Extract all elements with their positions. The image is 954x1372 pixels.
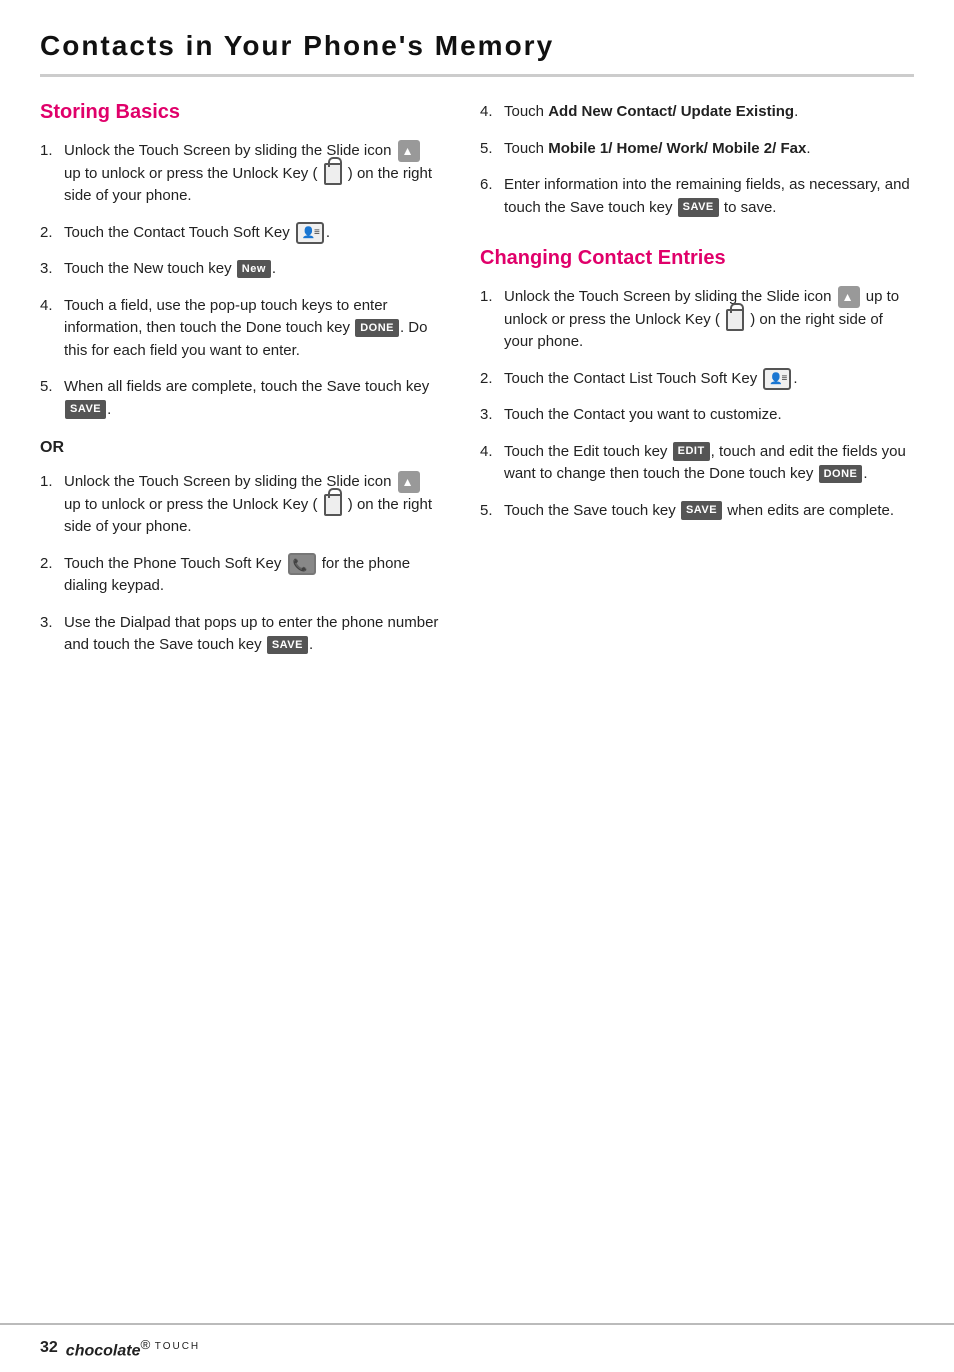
done-badge: DONE xyxy=(355,319,399,338)
unlock-icon xyxy=(324,163,342,185)
list-number: 3. xyxy=(40,258,58,281)
two-column-layout: Storing Basics 1. Unlock the Touch Scree… xyxy=(40,101,914,671)
list-number: 1. xyxy=(40,471,58,494)
list-item: 3. Touch the Contact you want to customi… xyxy=(480,404,914,427)
list-item: 3. Touch the New touch key New. xyxy=(40,258,440,281)
contact-icon xyxy=(296,222,324,244)
list-content: Touch a field, use the pop-up touch keys… xyxy=(64,295,440,363)
list-number: 2. xyxy=(40,553,58,576)
unlock-icon xyxy=(726,309,744,331)
phone-icon xyxy=(288,553,316,575)
list-number: 2. xyxy=(480,368,498,391)
contact-list-icon xyxy=(763,368,791,390)
slide-icon xyxy=(838,286,860,308)
list-number: 5. xyxy=(40,376,58,399)
list-content: Use the Dialpad that pops up to enter th… xyxy=(64,612,440,657)
list-number: 1. xyxy=(480,286,498,309)
list-item: 5. Touch the Save touch key SAVE when ed… xyxy=(480,500,914,523)
list-content: Touch the Contact List Touch Soft Key . xyxy=(504,368,914,391)
list-item: 1. Unlock the Touch Screen by sliding th… xyxy=(480,286,914,354)
edit-badge: EDIT xyxy=(673,442,710,461)
right-content: 4. Touch Add New Contact/ Update Existin… xyxy=(480,101,914,522)
list-number: 3. xyxy=(40,612,58,635)
list-content: Touch the Contact Touch Soft Key . xyxy=(64,222,440,245)
registered-mark: ® xyxy=(140,1337,150,1352)
list-content: Enter information into the remaining fie… xyxy=(504,174,914,219)
save-badge: SAVE xyxy=(681,501,722,520)
list-number: 6. xyxy=(480,174,498,197)
list-number: 3. xyxy=(480,404,498,427)
list-number: 4. xyxy=(480,101,498,124)
list-item: 4. Touch the Edit touch key EDIT, touch … xyxy=(480,441,914,486)
footer-page-number: 32 xyxy=(40,1339,58,1357)
list-item: 1. Unlock the Touch Screen by sliding th… xyxy=(40,471,440,539)
list-content: Unlock the Touch Screen by sliding the S… xyxy=(64,140,440,208)
slide-icon xyxy=(398,471,420,493)
list-number: 4. xyxy=(480,441,498,464)
list-item: 2. Touch the Contact List Touch Soft Key… xyxy=(480,368,914,391)
list-content: Touch the Contact you want to customize. xyxy=(504,404,914,427)
list-content: When all fields are complete, touch the … xyxy=(64,376,440,421)
model-name: TOUCH xyxy=(155,1341,200,1352)
list-item: 4. Touch a field, use the pop-up touch k… xyxy=(40,295,440,363)
page-title: Contacts in Your Phone's Memory xyxy=(40,30,914,77)
page-footer: 32 chocolate® TOUCH xyxy=(0,1323,954,1372)
list-item: 5. When all fields are complete, touch t… xyxy=(40,376,440,421)
left-column: Storing Basics 1. Unlock the Touch Scree… xyxy=(40,101,440,671)
save-badge: SAVE xyxy=(65,400,106,419)
list-content: Touch the New touch key New. xyxy=(64,258,440,281)
list-item: 6. Enter information into the remaining … xyxy=(480,174,914,219)
list-content: Unlock the Touch Screen by sliding the S… xyxy=(64,471,440,539)
list-item: 1. Unlock the Touch Screen by sliding th… xyxy=(40,140,440,208)
list-item: 5. Touch Mobile 1/ Home/ Work/ Mobile 2/… xyxy=(480,138,914,161)
brand-name: chocolate xyxy=(66,1342,141,1359)
list-number: 5. xyxy=(480,500,498,523)
list-content: Touch the Phone Touch Soft Key for the p… xyxy=(64,553,440,598)
or-label: OR xyxy=(40,439,440,457)
save-badge: SAVE xyxy=(267,636,308,655)
done-badge: DONE xyxy=(819,465,863,484)
list-content: Touch Mobile 1/ Home/ Work/ Mobile 2/ Fa… xyxy=(504,138,914,161)
list-number: 4. xyxy=(40,295,58,318)
list-content: Touch Add New Contact/ Update Existing. xyxy=(504,101,914,124)
list-item: 2. Touch the Phone Touch Soft Key for th… xyxy=(40,553,440,598)
list-number: 5. xyxy=(480,138,498,161)
section-title-storing: Storing Basics xyxy=(40,101,440,124)
new-badge: New xyxy=(237,260,271,279)
section-title-changing: Changing Contact Entries xyxy=(480,247,914,270)
list-number: 2. xyxy=(40,222,58,245)
slide-icon xyxy=(398,140,420,162)
right-column: 4. Touch Add New Contact/ Update Existin… xyxy=(480,101,914,671)
footer-brand: chocolate® TOUCH xyxy=(66,1337,200,1360)
list-content: Touch the Edit touch key EDIT, touch and… xyxy=(504,441,914,486)
list-content: Unlock the Touch Screen by sliding the S… xyxy=(504,286,914,354)
list-item: 2. Touch the Contact Touch Soft Key . xyxy=(40,222,440,245)
list-item: 4. Touch Add New Contact/ Update Existin… xyxy=(480,101,914,124)
list-number: 1. xyxy=(40,140,58,163)
list-item: 3. Use the Dialpad that pops up to enter… xyxy=(40,612,440,657)
save-badge: SAVE xyxy=(678,198,719,217)
list-content: Touch the Save touch key SAVE when edits… xyxy=(504,500,914,523)
unlock-icon xyxy=(324,494,342,516)
page-container: Contacts in Your Phone's Memory Storing … xyxy=(0,0,954,1372)
